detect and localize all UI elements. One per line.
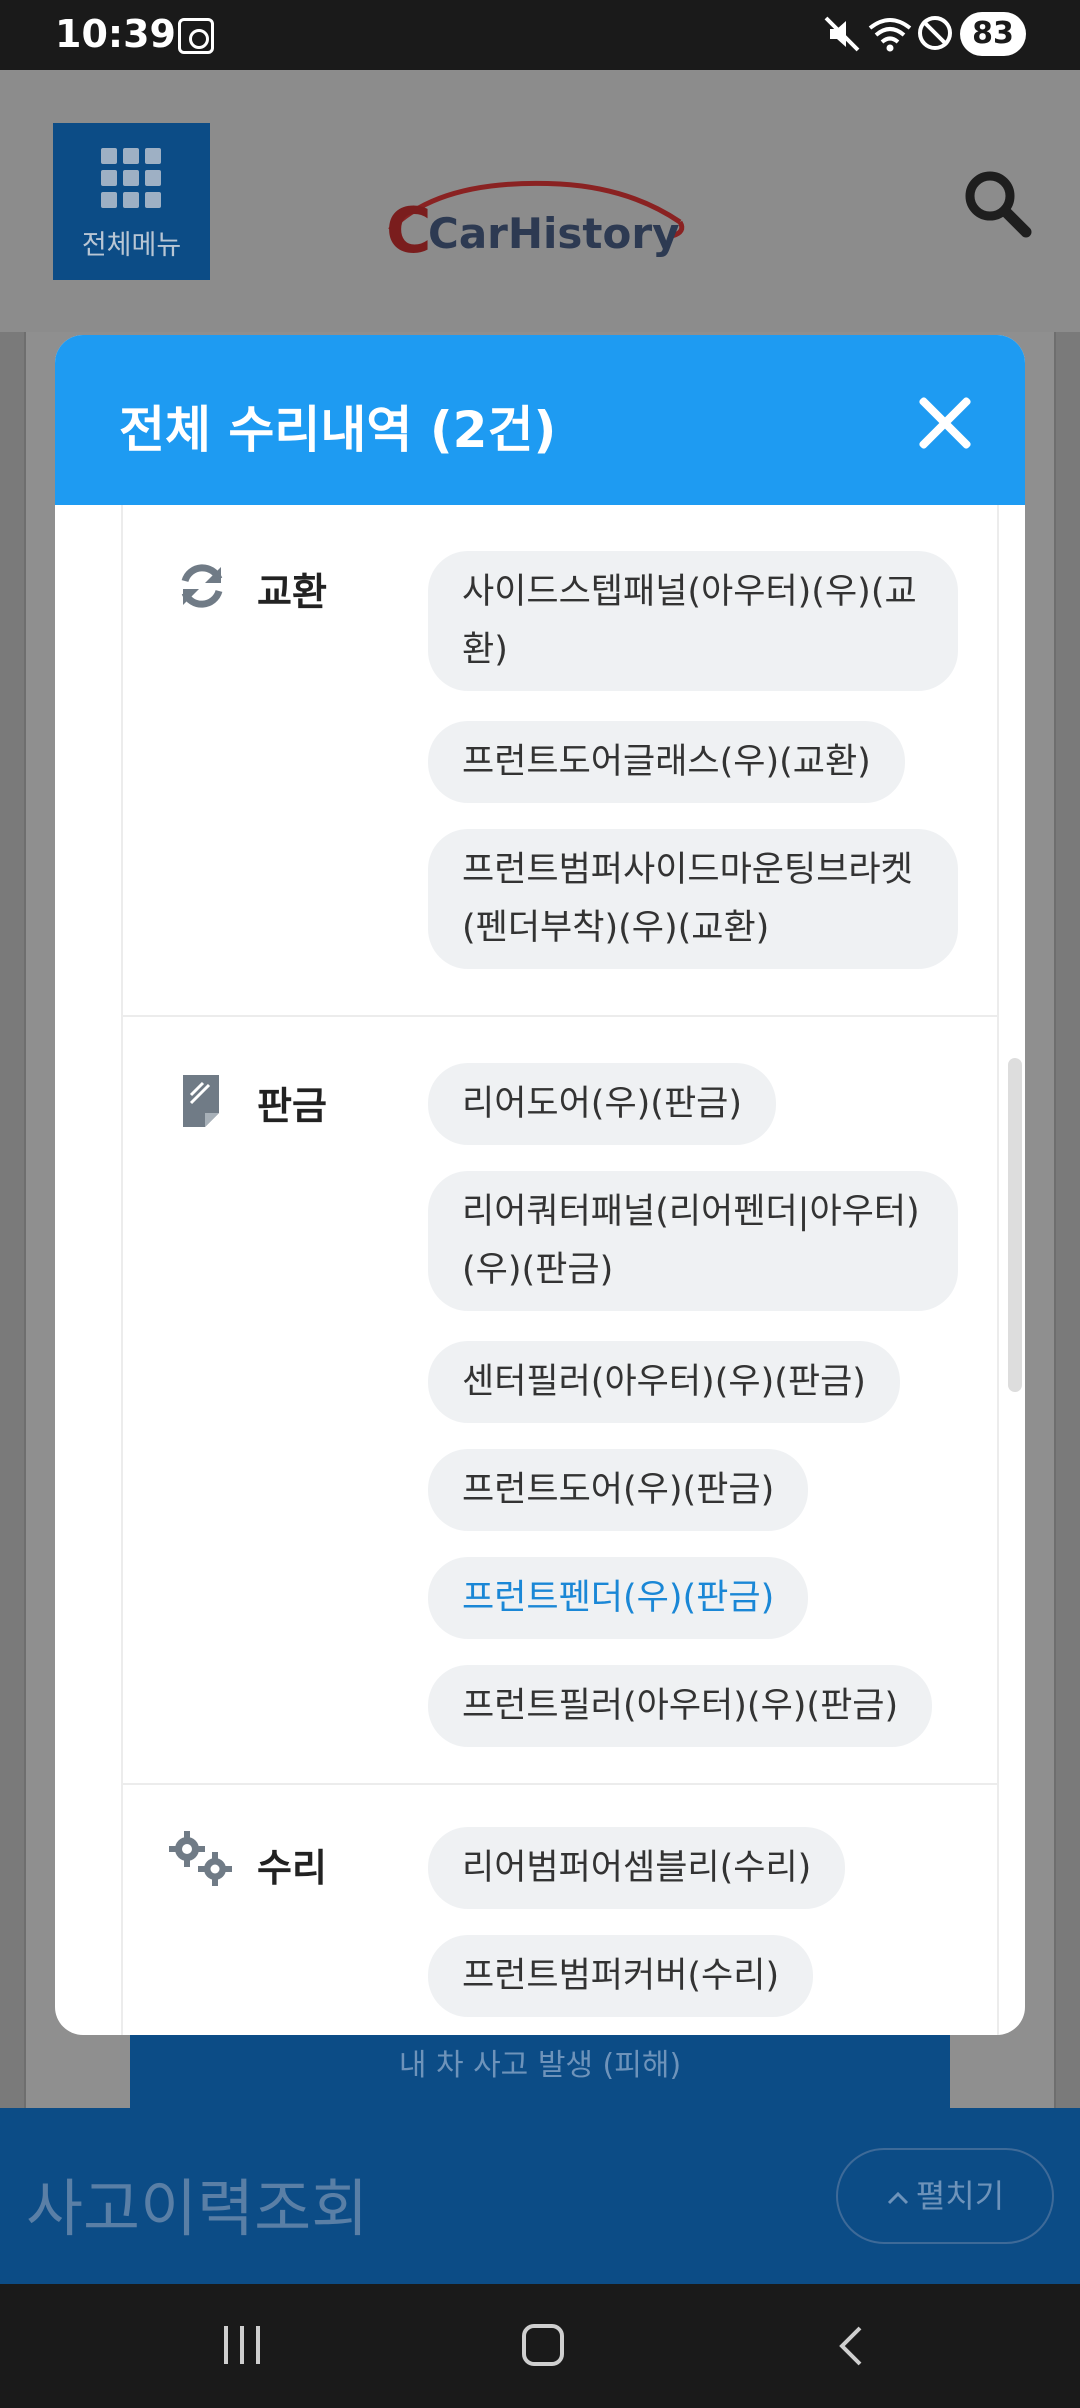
site-header: 전체메뉴 C CarHistory [0,70,1080,332]
section-label: 판금 [257,1084,327,1128]
panel-beating-icon [183,1075,219,1127]
repair-item-chip[interactable]: 사이드스텝패널(아우터)(우)(교환) [428,551,958,691]
gears-icon [169,1831,232,1886]
screenshot-icon [178,18,214,54]
battery-icon: 83 [960,12,1026,56]
menu-label: 전체메뉴 [81,230,182,261]
expand-button[interactable]: 펼치기 [836,2148,1054,2244]
section-label: 교환 [257,570,327,614]
repair-item-chip[interactable]: 리어쿼터패널(리어펜더|아우터)(우)(판금) [428,1171,958,1311]
modal-body[interactable]: 교환 사이드스텝패널(아우터)(우)(교환) 프런트도어글래스(우)(교환) 프… [121,505,999,2035]
grid-icon [101,148,161,208]
repair-item-chip[interactable]: 프런트범퍼사이드마운팅브라켓(펜더부착)(우)(교환) [428,829,958,969]
close-icon[interactable] [917,395,973,451]
repair-item-chip[interactable]: 리어도어(우)(판금) [428,1063,777,1145]
home-icon[interactable] [522,2324,564,2366]
modal-header: 전체 수리내역 (2건) [55,335,1025,505]
modal-scrollbar[interactable] [1008,1058,1022,1392]
accident-report-button[interactable]: 내 차 사고 발생 (피해) [130,2035,950,2115]
exchange-icon [181,564,223,608]
status-time: 10:39 [55,12,176,56]
back-icon[interactable] [830,2324,874,2368]
recent-apps-icon[interactable] [222,2326,262,2364]
repair-item-chip[interactable]: 프런트도어(우)(판금) [428,1449,809,1531]
section-exchange: 교환 사이드스텝패널(아우터)(우)(교환) 프런트도어글래스(우)(교환) 프… [123,505,997,1015]
expand-label: 펼치기 [915,2177,1005,2215]
logo-text: CarHistory [428,209,679,258]
section-repair: 수리 리어범퍼어셈블리(수리) 프런트범퍼커버(수리) [123,1785,997,2035]
repair-item-chip-active[interactable]: 프런트펜더(우)(판금) [428,1557,809,1639]
status-bar: 10:39 83 [0,0,1080,70]
navigation-bar [0,2284,1080,2408]
mute-icon [824,16,860,52]
do-not-disturb-icon [918,16,952,50]
accident-history-title: 사고이력조회 [26,2172,369,2245]
accident-history-bar: 사고이력조회 펼치기 [0,2108,1080,2284]
repair-history-modal: 전체 수리내역 (2건) 교환 사이드스텝패널(아우터)(우)(교환) 프런트도… [55,335,1025,2035]
modal-title: 전체 수리내역 (2건) [119,401,557,459]
search-icon[interactable] [962,168,1032,238]
repair-item-chip[interactable]: 프런트도어글래스(우)(교환) [428,721,905,803]
menu-button[interactable]: 전체메뉴 [53,123,210,280]
section-panel-beating: 판금 리어도어(우)(판금) 리어쿼터패널(리어펜더|아우터)(우)(판금) 센… [123,1017,997,1783]
repair-item-chip[interactable]: 프런트범퍼커버(수리) [428,1935,814,2017]
svg-text:C: C [386,194,432,267]
wifi-icon [868,18,912,52]
section-label: 수리 [257,1846,327,1890]
repair-item-chip[interactable]: 센터필러(아우터)(우)(판금) [428,1341,900,1423]
chevron-up-icon [887,2191,908,2205]
repair-item-chip[interactable]: 프런트필러(아우터)(우)(판금) [428,1665,933,1747]
repair-item-chip[interactable]: 리어범퍼어셈블리(수리) [428,1827,846,1909]
carhistory-logo[interactable]: C CarHistory [380,170,700,280]
